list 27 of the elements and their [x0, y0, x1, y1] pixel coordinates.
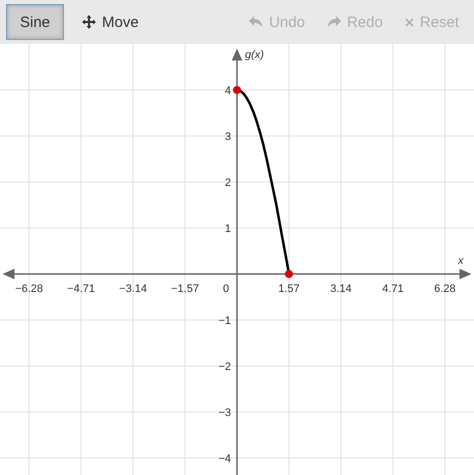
tick-label: 3.14 [330, 283, 352, 295]
tick-label: −1.57 [171, 283, 199, 295]
tick-label: 6.28 [434, 283, 456, 295]
tick-label: −1 [218, 314, 231, 327]
tick-label: −4 [218, 452, 231, 465]
close-icon [404, 18, 414, 26]
x-axis-label: x [458, 255, 464, 267]
tick-label: 1 [224, 223, 231, 235]
tick-label: −4.71 [67, 283, 96, 295]
y-axis-label: g(x) [245, 49, 264, 61]
tick-label: −3.14 [119, 283, 147, 295]
control-point[interactable] [233, 86, 241, 94]
tick-label: 4.71 [382, 283, 404, 295]
redo-icon [326, 16, 341, 28]
tick-label: 3 [224, 131, 231, 143]
graph-tool[interactable]: Sine [6, 4, 64, 40]
control-point[interactable] [284, 270, 293, 278]
move-tool[interactable]: Move [68, 4, 153, 40]
tick-label: 1.57 [278, 283, 300, 295]
tick-label: 4 [224, 85, 231, 97]
tick-label: −6.28 [15, 283, 44, 295]
tick-label: 0 [222, 283, 230, 295]
undo-icon [249, 16, 264, 28]
tick-label: −2 [218, 360, 231, 373]
tick-label: −3 [218, 406, 231, 419]
tick-label: 2 [224, 177, 231, 189]
move-icon [82, 15, 96, 29]
